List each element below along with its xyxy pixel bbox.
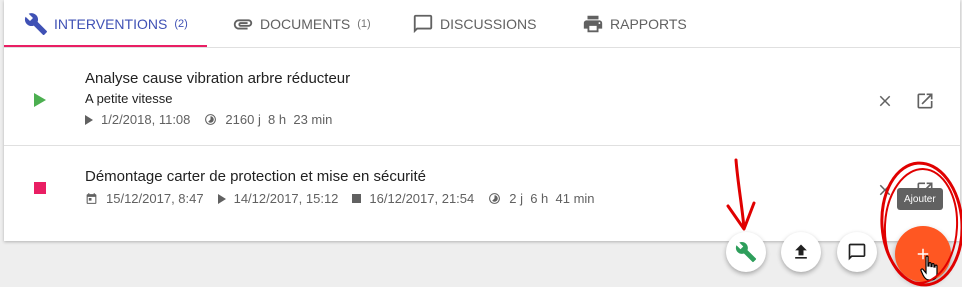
add-discussion-fab[interactable] xyxy=(837,232,877,272)
timelapse-icon xyxy=(205,114,217,125)
open-intervention-button[interactable] xyxy=(913,89,937,113)
tab-discussions-label: DISCUSSIONS xyxy=(440,15,537,32)
open-in-new-icon xyxy=(917,93,933,109)
tab-interventions-count: (2) xyxy=(174,17,188,30)
intervention-duration: 2 j 6 h 41 min xyxy=(509,191,595,206)
intervention-duration: 2160 j 8 h 23 min xyxy=(225,112,333,127)
stop-icon xyxy=(34,182,46,194)
tab-rapports[interactable]: RAPPORTS xyxy=(582,0,687,47)
play-small-icon xyxy=(217,193,226,204)
interventions-card: INTERVENTIONS (2) DOCUMENTS (1) DISCUSSI… xyxy=(4,0,960,241)
close-icon xyxy=(879,184,891,196)
intervention-title: Démontage carter de protection et mise e… xyxy=(85,168,427,185)
attachment-icon xyxy=(233,18,253,29)
plus-icon xyxy=(917,248,929,260)
add-intervention-fab[interactable] xyxy=(726,232,766,272)
comment-icon xyxy=(413,14,433,33)
play-icon xyxy=(34,93,46,107)
intervention-end: 16/12/2017, 21:54 xyxy=(369,191,475,206)
intervention-title: Analyse cause vibration arbre réducteur xyxy=(85,70,351,87)
add-tooltip: Ajouter xyxy=(897,188,943,210)
intervention-start: 14/12/2017, 15:12 xyxy=(233,191,339,206)
close-icon xyxy=(879,95,891,107)
intervention-subtitle: A petite vitesse xyxy=(85,91,173,106)
tab-documents[interactable]: DOCUMENTS (1) xyxy=(232,0,371,47)
stop-small-icon xyxy=(352,194,362,203)
intervention-meta: 15/12/2017, 8:47 14/12/2017, 15:12 16/12… xyxy=(85,191,609,206)
add-fab-button[interactable] xyxy=(895,226,951,282)
upload-icon xyxy=(795,244,807,259)
wrench-icon xyxy=(24,12,47,35)
intervention-row[interactable]: Démontage carter de protection et mise e… xyxy=(4,146,960,241)
delete-intervention-button[interactable] xyxy=(873,178,897,202)
tab-interventions[interactable]: INTERVENTIONS (2) xyxy=(24,0,188,47)
tab-discussions[interactable]: DISCUSSIONS xyxy=(412,0,536,47)
tab-rapports-label: RAPPORTS xyxy=(610,15,687,32)
active-tab-indicator xyxy=(4,45,207,47)
timelapse-icon xyxy=(489,193,501,204)
delete-intervention-button[interactable] xyxy=(873,89,897,113)
tab-bar: INTERVENTIONS (2) DOCUMENTS (1) DISCUSSI… xyxy=(4,0,960,48)
tab-documents-label: DOCUMENTS xyxy=(260,15,351,32)
upload-document-fab[interactable] xyxy=(781,232,821,272)
intervention-planned: 15/12/2017, 8:47 xyxy=(106,191,204,206)
intervention-start: 1/2/2018, 11:08 xyxy=(101,112,191,127)
intervention-meta: 1/2/2018, 11:08 2160 j 8 h 23 min xyxy=(85,112,346,127)
wrench-icon xyxy=(735,242,757,263)
play-small-icon xyxy=(85,114,93,125)
comment-icon xyxy=(848,243,866,261)
intervention-row[interactable]: Analyse cause vibration arbre réducteur … xyxy=(4,48,960,146)
calendar-icon xyxy=(86,193,97,204)
print-icon xyxy=(583,15,603,32)
tab-interventions-label: INTERVENTIONS xyxy=(54,15,168,32)
tab-documents-count: (1) xyxy=(357,17,371,30)
